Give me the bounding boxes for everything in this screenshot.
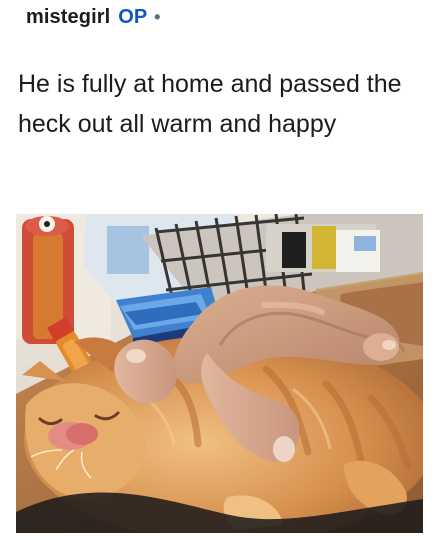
- comment-card: mistegirl OP • He is fully at home and p…: [0, 0, 435, 536]
- meta-separator: •: [154, 7, 161, 27]
- comment-body: He is fully at home and passed the heck …: [18, 70, 402, 138]
- kitten-photo-icon: [16, 214, 423, 533]
- comment-meta: mistegirl OP •: [26, 4, 160, 30]
- op-badge: OP: [118, 6, 148, 28]
- username-link[interactable]: mistegirl: [26, 4, 110, 30]
- comment-image[interactable]: [16, 214, 423, 533]
